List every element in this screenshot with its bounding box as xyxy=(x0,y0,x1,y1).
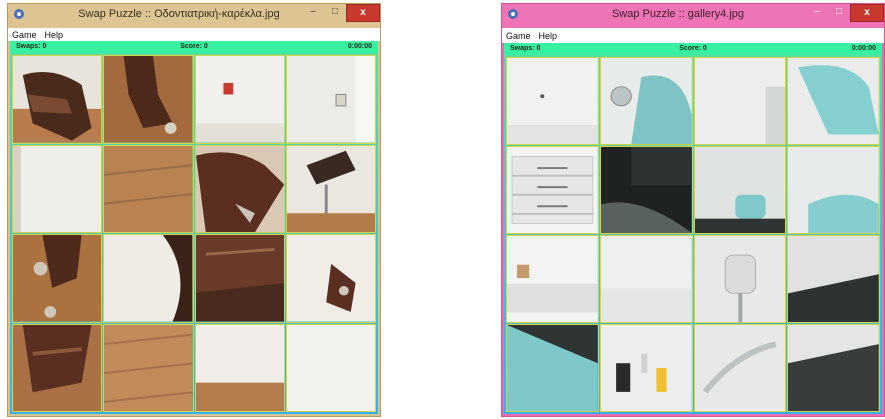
maximize-button[interactable]: □ xyxy=(324,4,346,22)
puzzle-tile[interactable] xyxy=(787,57,880,145)
puzzle-board xyxy=(10,53,378,414)
maximize-button[interactable]: □ xyxy=(828,4,850,22)
puzzle-tile[interactable] xyxy=(787,324,880,412)
menu-game[interactable]: Game xyxy=(12,30,37,40)
puzzle-tile[interactable] xyxy=(599,324,693,412)
puzzle-tile[interactable] xyxy=(194,234,285,323)
close-button[interactable]: x xyxy=(850,4,884,22)
status-bar: Swaps: 0 Score: 0 0:00:00 xyxy=(10,41,378,53)
puzzle-tile[interactable] xyxy=(103,144,194,233)
puzzle-tile[interactable] xyxy=(194,144,285,233)
puzzle-tile[interactable] xyxy=(506,57,599,145)
puzzle-window-gallery: Swap Puzzle :: gallery4.jpg – □ x Game H… xyxy=(501,3,885,417)
minimize-button[interactable]: – xyxy=(806,4,828,22)
puzzle-tile[interactable] xyxy=(693,57,787,145)
score-counter: Score: 0 xyxy=(180,43,208,50)
puzzle-tile[interactable] xyxy=(285,323,376,412)
puzzle-tile[interactable] xyxy=(103,323,194,412)
puzzle-tile[interactable] xyxy=(506,146,599,234)
window-title: Swap Puzzle :: gallery4.jpg xyxy=(611,8,745,20)
puzzle-window-chair: Swap Puzzle :: Οδοντιατρική-καρέκλα.jpg … xyxy=(7,3,381,417)
puzzle-tile[interactable] xyxy=(12,234,103,323)
puzzle-tile[interactable] xyxy=(12,144,103,233)
puzzle-tile[interactable] xyxy=(285,55,376,144)
puzzle-tile[interactable] xyxy=(693,235,787,323)
score-counter: Score: 0 xyxy=(679,45,707,52)
puzzle-tile[interactable] xyxy=(599,235,693,323)
title-bar[interactable]: Swap Puzzle :: gallery4.jpg – □ x xyxy=(502,4,884,28)
menu-help[interactable]: Help xyxy=(539,31,558,41)
puzzle-tile[interactable] xyxy=(506,324,599,412)
timer: 0:00:00 xyxy=(347,43,372,50)
puzzle-tile[interactable] xyxy=(599,146,693,234)
puzzle-tile[interactable] xyxy=(194,55,285,144)
menu-bar: Game Help xyxy=(8,28,380,41)
puzzle-tile[interactable] xyxy=(103,234,194,323)
puzzle-tile[interactable] xyxy=(194,323,285,412)
puzzle-tile[interactable] xyxy=(693,324,787,412)
puzzle-tile[interactable] xyxy=(285,234,376,323)
puzzle-tile[interactable] xyxy=(506,235,599,323)
timer: 0:00:00 xyxy=(851,45,876,52)
title-bar[interactable]: Swap Puzzle :: Οδοντιατρική-καρέκλα.jpg … xyxy=(8,4,380,28)
swaps-counter: Swaps: 0 xyxy=(16,43,47,50)
status-bar: Swaps: 0 Score: 0 0:00:00 xyxy=(504,43,882,55)
swaps-counter: Swaps: 0 xyxy=(510,45,541,52)
puzzle-tile[interactable] xyxy=(693,146,787,234)
puzzle-tile[interactable] xyxy=(103,55,194,144)
menu-game[interactable]: Game xyxy=(506,31,531,41)
puzzle-tile[interactable] xyxy=(12,55,103,144)
puzzle-tile[interactable] xyxy=(12,323,103,412)
puzzle-tile[interactable] xyxy=(787,146,880,234)
close-button[interactable]: x xyxy=(346,4,380,22)
minimize-button[interactable]: – xyxy=(302,4,324,22)
puzzle-tile[interactable] xyxy=(599,57,693,145)
puzzle-tile[interactable] xyxy=(787,235,880,323)
app-icon xyxy=(14,9,24,19)
app-icon xyxy=(508,9,518,19)
window-title: Swap Puzzle :: Οδοντιατρική-καρέκλα.jpg xyxy=(78,8,280,20)
puzzle-board xyxy=(504,55,882,414)
menu-bar: Game Help xyxy=(502,28,884,43)
menu-help[interactable]: Help xyxy=(45,30,64,40)
puzzle-tile[interactable] xyxy=(285,144,376,233)
